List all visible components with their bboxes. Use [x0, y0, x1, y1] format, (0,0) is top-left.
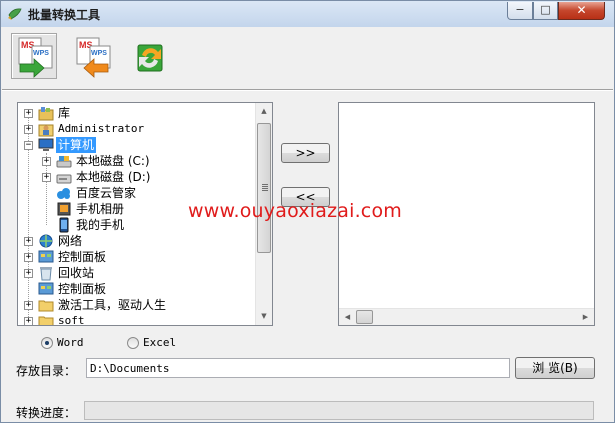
radio-label: Excel [143, 336, 177, 349]
toolbar: MS WPS MS WPS [11, 33, 176, 85]
browse-button[interactable]: 浏 览(B) [515, 357, 595, 379]
refresh-convert-button[interactable] [128, 33, 174, 79]
user-folder-icon [38, 124, 54, 137]
expand-icon[interactable]: + [24, 301, 33, 310]
svg-text:WPS: WPS [91, 50, 107, 57]
scroll-thumb[interactable] [356, 310, 373, 324]
minimize-button[interactable]: − [507, 2, 533, 20]
library-icon [38, 107, 54, 121]
control-panel-icon [38, 282, 54, 295]
tree-item-label: 库 [58, 106, 71, 120]
tree-item-label: 控制面板 [58, 282, 107, 296]
tree-item-label: 手机相册 [76, 202, 125, 216]
phone-album-icon [57, 202, 71, 216]
expand-icon[interactable]: + [24, 125, 33, 134]
maximize-button[interactable]: □ [533, 2, 558, 20]
scroll-down-icon[interactable]: ▼ [256, 308, 272, 325]
svg-text:WPS: WPS [33, 50, 49, 57]
expand-icon[interactable]: + [24, 253, 33, 262]
save-dir-label: 存放目录： [16, 364, 77, 378]
tree-item-label: 计算机 [56, 137, 97, 153]
scroll-right-icon[interactable]: ▶ [577, 309, 594, 325]
app-icon [8, 8, 22, 20]
wps-to-ms-icon: MS WPS [76, 37, 111, 78]
tree-item-label: 本地磁盘 (C:) [76, 154, 150, 168]
app-window: 批量转换工具 − □ ✕ MS WPS MS WPS + 库 + Adminis… [0, 0, 615, 423]
wps-to-ms-button[interactable]: MS WPS [70, 33, 116, 79]
cloud-icon [57, 188, 70, 199]
title-bar[interactable]: 批量转换工具 − □ ✕ [1, 1, 614, 27]
control-panel-icon [38, 250, 54, 263]
scroll-up-icon[interactable]: ▲ [256, 103, 272, 120]
expand-icon[interactable]: + [24, 237, 33, 246]
refresh-convert-icon [137, 44, 163, 72]
scroll-left-icon[interactable]: ◀ [339, 309, 356, 325]
ms-to-wps-icon: MS WPS [18, 37, 53, 78]
expand-icon[interactable]: + [42, 157, 51, 166]
computer-icon [38, 138, 54, 151]
ms-to-wps-button[interactable]: MS WPS [11, 33, 57, 79]
conversion-progress-bar [84, 401, 594, 420]
scroll-thumb[interactable] [257, 123, 271, 253]
tree-item-label: Administrator [58, 122, 145, 135]
tree-item-label: 本地磁盘 (D:) [76, 170, 151, 184]
tree-item-label: soft [58, 314, 85, 326]
radio-excel[interactable]: Excel [127, 336, 187, 350]
tree-item-label: 我的手机 [76, 218, 125, 232]
minimize-icon: − [515, 3, 525, 16]
expand-icon[interactable]: + [42, 173, 51, 182]
tree-item-label: 网络 [58, 234, 83, 248]
add-files-button[interactable]: >> [281, 143, 330, 163]
collapse-icon[interactable]: − [24, 141, 33, 150]
close-button[interactable]: ✕ [558, 2, 605, 20]
folder-icon [38, 316, 54, 325]
expand-icon[interactable]: + [24, 109, 33, 118]
drive-icon [56, 156, 72, 168]
tree-item-label: 控制面板 [58, 250, 107, 264]
close-icon: ✕ [576, 3, 587, 17]
radio-button-unchecked[interactable] [127, 337, 139, 349]
tree-item-label: 回收站 [58, 266, 95, 280]
folder-icon [38, 300, 54, 312]
tree-item-label: 百度云管家 [76, 186, 137, 200]
phone-icon [59, 217, 69, 233]
tree-item-label: 激活工具，驱动人生 [58, 298, 167, 312]
watermark-text: www.ouyaoxiazai.com [188, 200, 402, 222]
expand-icon[interactable]: + [24, 317, 33, 325]
window-title: 批量转换工具 [28, 8, 101, 22]
expand-icon[interactable]: + [24, 269, 33, 278]
maximize-icon: □ [540, 3, 551, 16]
radio-label: Word [57, 336, 84, 349]
radio-button-checked[interactable] [41, 337, 53, 349]
list-scrollbar[interactable]: ◀ ▶ [339, 308, 594, 325]
save-dir-input[interactable] [86, 358, 510, 378]
toolbar-separator [2, 89, 613, 91]
recycle-bin-icon [40, 267, 52, 281]
drive-icon [56, 174, 72, 184]
progress-label: 转换进度： [16, 406, 77, 420]
radio-word[interactable]: Word [41, 336, 101, 350]
network-icon [39, 234, 53, 248]
